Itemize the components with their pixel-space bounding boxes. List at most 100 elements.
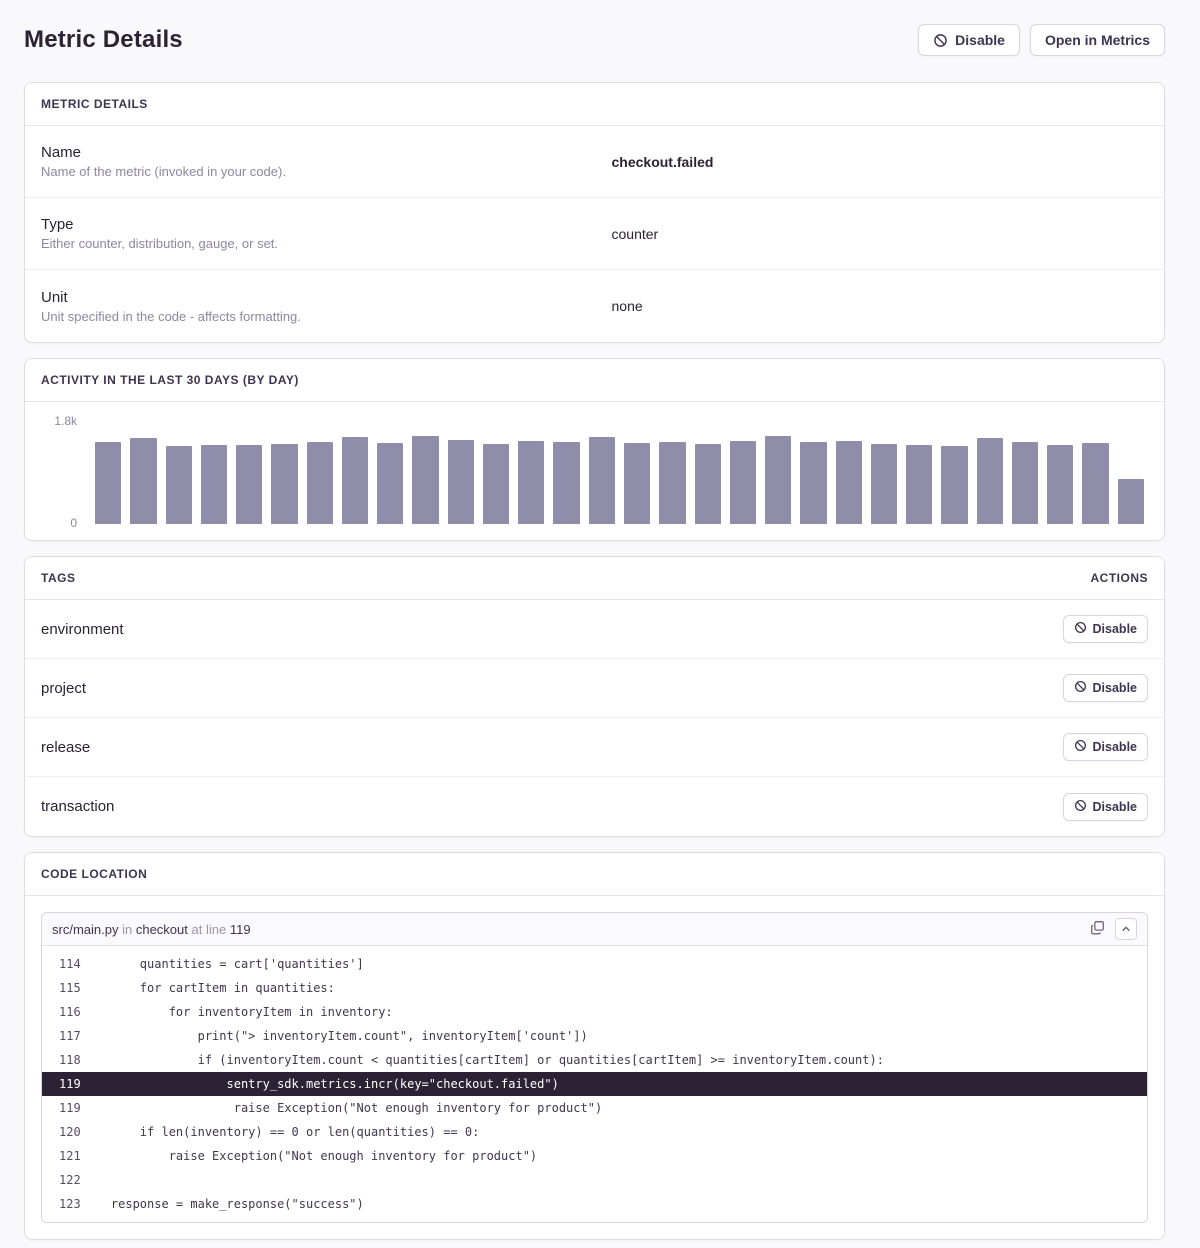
code-text: for inventoryItem in inventory: — [82, 1000, 393, 1024]
ban-icon — [1074, 739, 1087, 755]
open-in-metrics-label: Open in Metrics — [1045, 32, 1150, 48]
tag-row-release: release Disable — [25, 718, 1164, 777]
ban-icon — [1074, 799, 1087, 815]
chart-bar — [941, 446, 967, 524]
page-header: Metric Details Disable Open in Metrics — [24, 24, 1165, 56]
line-number: 120 — [42, 1120, 82, 1144]
disable-tag-button[interactable]: Disable — [1063, 674, 1148, 702]
chart-bar — [1047, 445, 1073, 524]
copy-button[interactable] — [1088, 918, 1107, 940]
disable-tag-button[interactable]: Disable — [1063, 793, 1148, 821]
line-number: 119 — [42, 1096, 82, 1120]
tag-row-project: project Disable — [25, 659, 1164, 718]
code-text: response = make_response("success") — [82, 1192, 364, 1216]
code-text: sentry_sdk.metrics.incr(key="checkout.fa… — [82, 1072, 559, 1096]
disable-tag-button-label: Disable — [1093, 622, 1137, 636]
code-line: 114 quantities = cart['quantities'] — [42, 952, 1147, 976]
page-title: Metric Details — [24, 26, 183, 54]
file-path: src/main.py — [52, 922, 118, 937]
chart-bar — [130, 438, 156, 524]
code-frame: src/main.py in checkout at line 119 — [41, 912, 1148, 1223]
actions-header-label: ACTIONS — [1091, 571, 1149, 585]
disable-tag-button-label: Disable — [1093, 800, 1137, 814]
metric-details-panel-title: METRIC DETAILS — [41, 97, 148, 111]
chart-bar — [271, 444, 297, 524]
chart-bar — [906, 445, 932, 524]
code-line: 122 — [42, 1168, 1147, 1192]
disable-tag-button-label: Disable — [1093, 740, 1137, 754]
chart-bar — [659, 442, 685, 524]
code-text: quantities = cart['quantities'] — [82, 952, 364, 976]
chart-bar — [412, 436, 438, 524]
line-number: 119 — [230, 922, 251, 937]
copy-icon — [1090, 920, 1105, 938]
code-line: 115 for cartItem in quantities: — [42, 976, 1147, 1000]
code-location-panel: CODE LOCATION src/main.py in checkout at… — [24, 852, 1165, 1240]
code-lines: 114 quantities = cart['quantities'] 115 … — [42, 946, 1147, 1222]
disable-tag-button-label: Disable — [1093, 681, 1137, 695]
ban-icon — [933, 33, 948, 48]
chart-bar — [95, 442, 121, 524]
code-line: 121 raise Exception("Not enough inventor… — [42, 1144, 1147, 1168]
tags-panel: TAGS ACTIONS environment Disable project… — [24, 556, 1165, 837]
detail-description: Name of the metric (invoked in your code… — [41, 164, 595, 179]
detail-value-name: checkout.failed — [595, 154, 1149, 170]
tag-row-transaction: transaction Disable — [25, 777, 1164, 836]
activity-chart: 1.8k 0 — [25, 402, 1164, 540]
disable-button-label: Disable — [955, 32, 1005, 48]
activity-bars — [95, 429, 1144, 524]
chart-bar — [377, 443, 403, 524]
collapse-button[interactable] — [1115, 918, 1137, 940]
chevron-up-icon — [1121, 922, 1131, 937]
chart-bar — [307, 442, 333, 524]
metric-details-panel-header: METRIC DETAILS — [25, 83, 1164, 126]
activity-panel-header: ACTIVITY IN THE LAST 30 DAYS (BY DAY) — [25, 359, 1164, 402]
code-text: raise Exception("Not enough inventory fo… — [82, 1144, 537, 1168]
tag-name: transaction — [41, 798, 114, 815]
line-number: 116 — [42, 1000, 82, 1024]
chart-bar — [730, 441, 756, 524]
disable-tag-button[interactable]: Disable — [1063, 615, 1148, 643]
detail-row-unit: Unit Unit specified in the code - affect… — [25, 270, 1164, 342]
tags-panel-header: TAGS ACTIONS — [25, 557, 1164, 600]
open-in-metrics-button[interactable]: Open in Metrics — [1030, 24, 1165, 56]
function-name: checkout — [136, 922, 188, 937]
line-number: 123 — [42, 1192, 82, 1216]
chart-bar — [1082, 443, 1108, 524]
file-info: src/main.py in checkout at line 119 — [52, 922, 251, 937]
detail-label: Name — [41, 144, 595, 161]
file-in-word: in — [122, 922, 132, 937]
line-number: 122 — [42, 1168, 82, 1192]
disable-tag-button[interactable]: Disable — [1063, 733, 1148, 761]
disable-button[interactable]: Disable — [918, 24, 1020, 56]
activity-panel-title: ACTIVITY IN THE LAST 30 DAYS (BY DAY) — [41, 373, 299, 387]
tag-name: environment — [41, 621, 124, 638]
code-line: 116 for inventoryItem in inventory: — [42, 1000, 1147, 1024]
detail-row-name: Name Name of the metric (invoked in your… — [25, 126, 1164, 198]
tag-name: project — [41, 680, 86, 697]
line-number: 119 — [42, 1072, 82, 1096]
line-number: 114 — [42, 952, 82, 976]
code-location-panel-header: CODE LOCATION — [25, 853, 1164, 896]
chart-bar — [765, 436, 791, 524]
chart-bar — [800, 442, 826, 524]
chart-bar — [871, 444, 897, 524]
activity-panel: ACTIVITY IN THE LAST 30 DAYS (BY DAY) 1.… — [24, 358, 1165, 541]
code-line: 119 raise Exception("Not enough inventor… — [42, 1096, 1147, 1120]
chart-bar — [589, 437, 615, 524]
y-axis-min-label: 0 — [39, 516, 77, 530]
code-text: if (inventoryItem.count < quantities[car… — [82, 1048, 884, 1072]
chart-bar — [483, 444, 509, 524]
chart-bar — [1012, 442, 1038, 524]
code-text: raise Exception("Not enough inventory fo… — [82, 1096, 602, 1120]
chart-bar — [624, 443, 650, 524]
code-line: 118 if (inventoryItem.count < quantities… — [42, 1048, 1147, 1072]
detail-description: Either counter, distribution, gauge, or … — [41, 236, 595, 251]
code-line: 120 if len(inventory) == 0 or len(quanti… — [42, 1120, 1147, 1144]
code-line-highlighted: 119 sentry_sdk.metrics.incr(key="checkou… — [42, 1072, 1147, 1096]
code-text: if len(inventory) == 0 or len(quantities… — [82, 1120, 479, 1144]
code-text: print("> inventoryItem.count", inventory… — [82, 1024, 588, 1048]
chart-bar — [166, 446, 192, 524]
detail-label: Type — [41, 216, 595, 233]
chart-bar — [977, 438, 1003, 524]
